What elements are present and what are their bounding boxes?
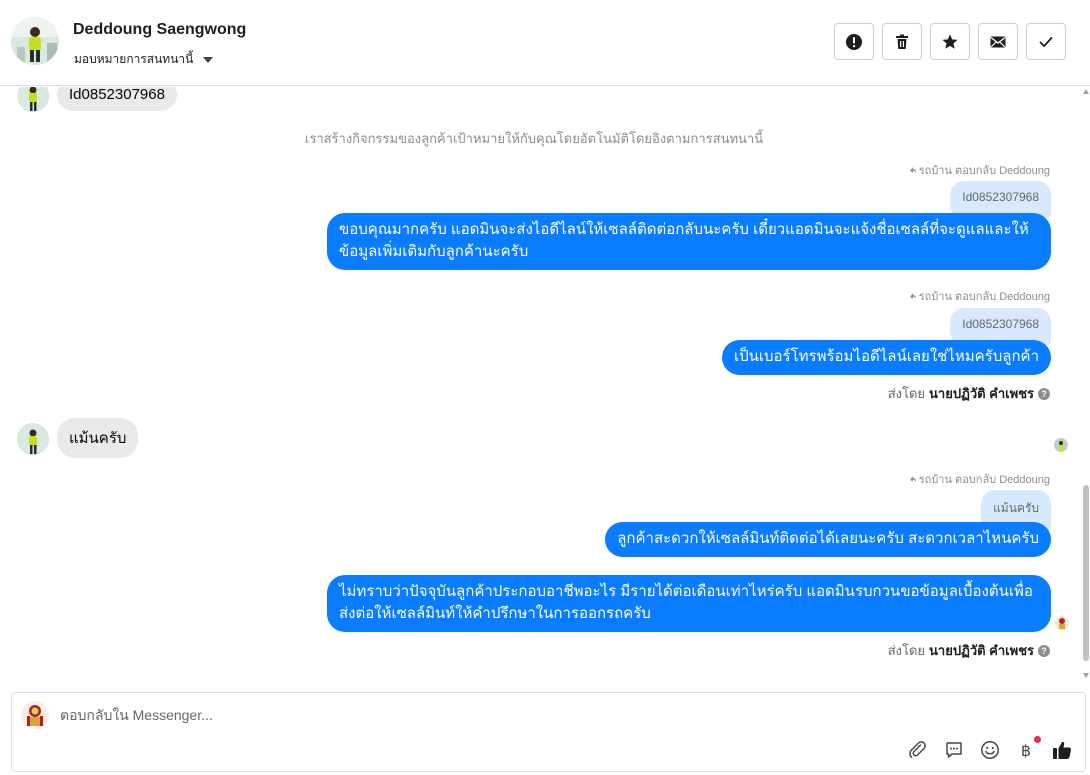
emoji-button[interactable] xyxy=(979,739,1001,761)
saved-reply-icon xyxy=(946,742,962,758)
star-icon xyxy=(942,34,958,49)
sent-by-label: ส่งโดย นายปฏิวัติ คำเพชร ? xyxy=(888,640,1050,661)
conversation-actions xyxy=(834,23,1066,60)
contact-avatar[interactable] xyxy=(11,17,59,65)
assign-conversation-dropdown[interactable]: มอบหมายการสนทนานี้ xyxy=(74,50,214,69)
saved-replies-button[interactable] xyxy=(943,739,965,761)
reply-arrow-icon xyxy=(909,476,916,482)
trash-icon xyxy=(896,34,908,49)
reply-context-label: รถบ้าน ตอบกลับ Deddoung xyxy=(909,287,1050,305)
outgoing-message[interactable]: ไม่ทราบว่าปัจจุบันลูกค้าประกอบอาชีพอะไร … xyxy=(327,575,1051,632)
svg-text:฿: ฿ xyxy=(1021,741,1031,760)
mark-unread-button[interactable] xyxy=(978,23,1018,60)
star-button[interactable] xyxy=(930,23,970,60)
paperclip-icon xyxy=(909,741,926,758)
message-thread[interactable]: Id0852307968 เราสร้างกิจกรรมของลูกค้าเป้… xyxy=(0,87,1080,680)
notification-dot xyxy=(1034,736,1041,743)
reply-arrow-icon xyxy=(909,293,916,299)
attach-file-button[interactable] xyxy=(907,739,929,761)
sender-name[interactable]: นายปฏิวัติ คำเพชร xyxy=(929,640,1034,661)
caret-down-icon xyxy=(203,56,214,63)
help-icon[interactable]: ? xyxy=(1038,644,1050,657)
reply-arrow-icon xyxy=(909,167,916,173)
conversation-header: Deddoung Saengwong มอบหมายการสนทนานี้ xyxy=(0,0,1090,86)
mark-done-button[interactable] xyxy=(1026,23,1066,60)
incoming-message[interactable]: Id0852307968 xyxy=(57,87,177,111)
outgoing-message[interactable]: เป็นเบอร์โทรพร้อมไอดีไลน์เลยใช่ไหมครับลู… xyxy=(721,340,1051,375)
thumbs-up-icon xyxy=(1053,741,1071,759)
system-message: เราสร้างกิจกรรมของลูกค้าเป้าหมายให้กับคุ… xyxy=(304,131,764,146)
scroll-up-arrow-icon[interactable] xyxy=(1083,89,1089,94)
sent-by-label: ส่งโดย นายปฏิวัติ คำเพชร ? xyxy=(888,383,1050,404)
incoming-message[interactable]: แม้นครับ xyxy=(57,418,139,458)
thread-scrollbar[interactable] xyxy=(1082,87,1090,680)
seen-by-contact-avatar xyxy=(1054,438,1068,452)
emoji-icon xyxy=(981,741,999,759)
reply-composer: ฿ xyxy=(11,692,1086,772)
sender-name[interactable]: นายปฏิวัติ คำเพชร xyxy=(929,383,1034,404)
envelope-icon xyxy=(990,36,1006,47)
contact-avatar-small xyxy=(17,87,49,112)
scroll-thumb[interactable] xyxy=(1083,485,1089,661)
contact-name[interactable]: Deddoung Saengwong xyxy=(73,21,246,39)
delete-button[interactable] xyxy=(882,23,922,60)
mark-spam-button[interactable] xyxy=(834,23,874,60)
help-icon[interactable]: ? xyxy=(1038,387,1050,400)
alert-icon xyxy=(846,33,862,50)
composer-toolbar: ฿ xyxy=(907,736,1073,761)
outgoing-message[interactable]: ขอบคุณมากครับ แอดมินจะส่งไอดีไลน์ให้เซลล… xyxy=(327,213,1051,270)
assign-conversation-label: มอบหมายการสนทนานี้ xyxy=(74,52,194,66)
seen-by-page-avatar xyxy=(1055,616,1069,630)
reply-input[interactable] xyxy=(60,707,960,723)
page-avatar xyxy=(21,701,49,729)
contact-avatar-small xyxy=(17,423,49,455)
outgoing-message[interactable]: ลูกค้าสะดวกให้เซลล์มินท์ติดต่อได้เลยนะคร… xyxy=(605,522,1051,557)
baht-payment-icon: ฿ xyxy=(1021,741,1031,760)
check-icon xyxy=(1039,36,1053,47)
scroll-down-arrow-icon[interactable] xyxy=(1083,673,1089,678)
send-like-button[interactable] xyxy=(1051,739,1073,761)
reply-context-label: รถบ้าน ตอบกลับ Deddoung xyxy=(909,470,1050,488)
payment-button[interactable]: ฿ xyxy=(1015,736,1041,761)
reply-context-label: รถบ้าน ตอบกลับ Deddoung xyxy=(909,161,1050,179)
